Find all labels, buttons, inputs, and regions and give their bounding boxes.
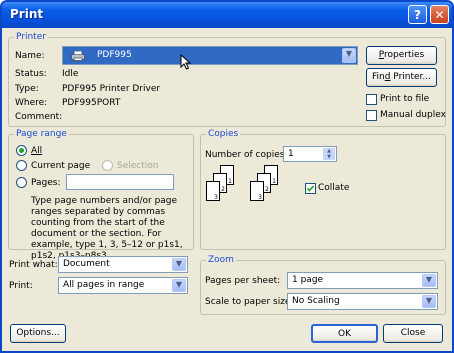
pages-radio[interactable] <box>16 177 27 188</box>
ok-button[interactable]: OK <box>311 324 378 343</box>
selection-label[interactable]: Selection <box>117 161 158 171</box>
chevron-down-icon[interactable]: ▼ <box>172 279 186 292</box>
collate-page: 3 <box>206 181 220 201</box>
copies-value: 1 <box>288 149 294 159</box>
manual-duplex-checkbox[interactable] <box>366 110 377 121</box>
scale-select[interactable]: No Scaling ▼ <box>287 293 438 310</box>
title-bar[interactable]: Print ? ✕ <box>2 2 452 28</box>
chevron-down-icon[interactable]: ▼ <box>422 274 436 287</box>
window-title: Print <box>10 7 44 21</box>
current-page-label[interactable]: Current page <box>31 161 90 171</box>
printer-group-label: Printer <box>14 32 48 42</box>
chevron-down-icon[interactable]: ▼ <box>172 258 186 271</box>
pages-per-sheet-select[interactable]: 1 page ▼ <box>287 272 438 289</box>
pages-per-sheet-label: Pages per sheet: <box>205 276 281 286</box>
page-range-help-text: Type page numbers and/or page ranges sep… <box>31 196 183 261</box>
where-label: Where: <box>15 98 48 108</box>
checkmark-icon <box>306 185 315 192</box>
close-button[interactable]: Close <box>383 324 443 343</box>
collate-illustration: 1 2 3 1 2 3 <box>206 165 286 215</box>
selection-radio[interactable] <box>102 160 113 171</box>
copies-group-label: Copies <box>206 129 241 139</box>
print-to-file-checkbox[interactable] <box>366 94 377 105</box>
mouse-cursor-icon <box>180 54 192 70</box>
scale-value: No Scaling <box>292 296 340 306</box>
copies-stepper[interactable]: 1 ▲ ▼ <box>283 146 337 162</box>
find-printer-button[interactable]: Find Printer... <box>366 68 437 87</box>
print-what-value: Document <box>63 259 110 269</box>
where-value: PDF995PORT <box>62 98 121 108</box>
help-icon[interactable]: ? <box>408 5 427 24</box>
collate-checkbox[interactable] <box>305 183 316 194</box>
collate-label[interactable]: Collate <box>318 183 349 193</box>
zoom-group-label: Zoom <box>206 255 236 265</box>
type-label: Type: <box>15 84 39 94</box>
number-of-copies-label: Number of copies: <box>205 150 288 160</box>
page-range-group-label: Page range <box>14 129 69 139</box>
comment-label: Comment: <box>15 112 63 122</box>
spin-down-icon[interactable]: ▼ <box>323 154 335 160</box>
current-page-radio[interactable] <box>16 160 27 171</box>
all-pages-label[interactable]: All <box>31 146 42 156</box>
print-dialog: Print ? ✕ Printer Name: PDF995 ▼ Propert… <box>0 0 454 353</box>
print-to-file-label[interactable]: Print to file <box>380 94 429 104</box>
properties-button[interactable]: Properties <box>366 46 437 65</box>
type-value: PDF995 Printer Driver <box>62 84 161 94</box>
print-range-value: All pages in range <box>63 280 145 290</box>
print-range-select[interactable]: All pages in range ▼ <box>58 277 188 294</box>
print-what-select[interactable]: Document ▼ <box>58 256 188 273</box>
chevron-down-icon[interactable]: ▼ <box>422 295 436 308</box>
close-icon[interactable]: ✕ <box>430 5 449 24</box>
scale-label: Scale to paper size: <box>205 297 294 307</box>
status-label: Status: <box>15 69 47 79</box>
manual-duplex-label[interactable]: Manual duplex <box>380 110 446 120</box>
collate-page: 3 <box>250 181 264 201</box>
printer-name-label: Name: <box>15 51 45 61</box>
printer-icon <box>71 50 85 61</box>
pages-input[interactable] <box>66 174 174 190</box>
print-what-label: Print what: <box>9 260 58 270</box>
pages-label[interactable]: Pages: <box>31 178 61 188</box>
options-button[interactable]: Options... <box>10 324 66 343</box>
status-value: Idle <box>62 69 79 79</box>
chevron-down-icon[interactable]: ▼ <box>342 48 356 63</box>
pages-per-sheet-value: 1 page <box>292 275 324 285</box>
printer-name-value: PDF995 <box>97 50 132 60</box>
print-range-label: Print: <box>9 281 33 291</box>
all-pages-radio[interactable] <box>16 145 27 156</box>
printer-name-select[interactable]: PDF995 ▼ <box>62 46 358 70</box>
